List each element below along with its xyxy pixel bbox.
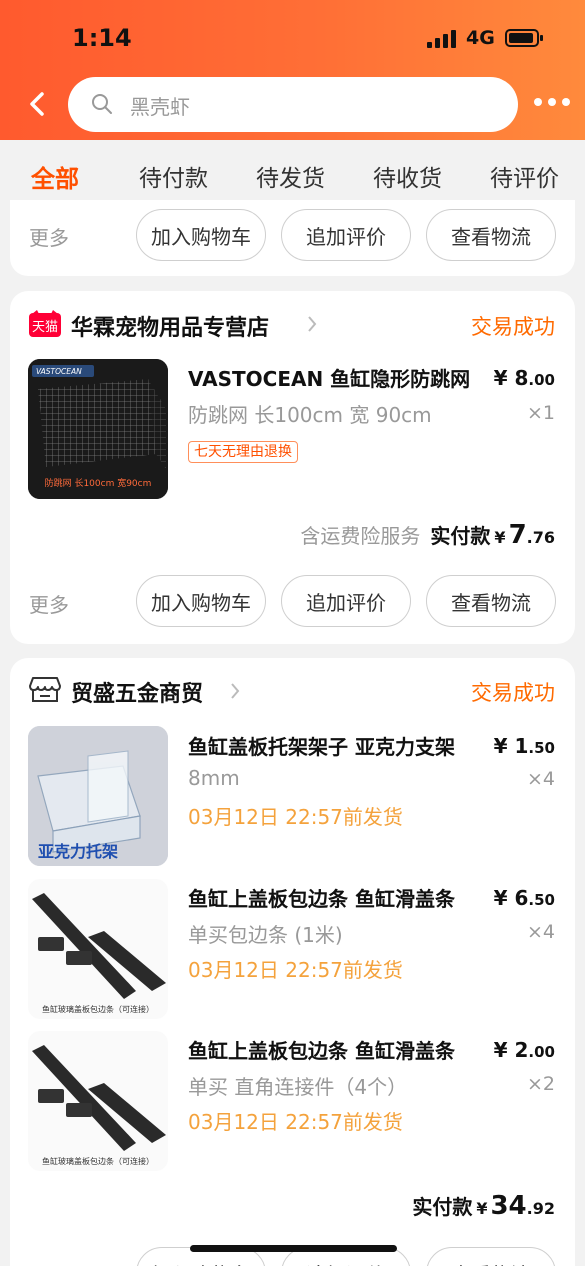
search-box[interactable]: 黑壳虾 (68, 77, 518, 132)
svg-text:鱼缸玻璃盖板包边条（可连接）: 鱼缸玻璃盖板包边条（可连接） (42, 1156, 154, 1166)
product-image[interactable]: 鱼缸玻璃盖板包边条（可连接） (28, 879, 168, 1019)
more-menu-icon[interactable] (534, 96, 570, 110)
tmall-badge-icon: 天猫 (29, 310, 61, 337)
search-input[interactable]: 黑壳虾 (130, 91, 190, 120)
product-title[interactable]: 鱼缸上盖板包边条 鱼缸滑盖条 (188, 883, 488, 912)
order-card-previous: 更多 加入购物车 追加评价 查看物流 (10, 200, 575, 276)
more-button[interactable]: 更多 (29, 222, 69, 251)
product-qty: ×1 (526, 402, 555, 424)
chevron-right-icon (308, 316, 317, 332)
product-price: ¥ 6.50 (493, 886, 555, 910)
tab-all[interactable]: 全部 (31, 159, 79, 194)
chevron-right-icon (231, 683, 240, 699)
svg-text:鱼缸玻璃盖板包边条（可连接）: 鱼缸玻璃盖板包边条（可连接） (42, 1004, 154, 1014)
store-icon (29, 677, 61, 702)
product-spec: 单买包边条 (1米) (188, 923, 343, 947)
search-icon (92, 94, 112, 114)
svg-text:防跳网 长100cm 宽90cm: 防跳网 长100cm 宽90cm (45, 477, 152, 489)
add-review-button[interactable]: 追加评价 (281, 575, 411, 627)
paid-label: 实付款 (430, 524, 491, 548)
add-to-cart-button[interactable]: 加入购物车 (136, 575, 266, 627)
order-status: 交易成功 (471, 681, 555, 705)
product-spec: 单买 直角连接件（4个） (188, 1075, 408, 1099)
svg-text:亚克力托架: 亚克力托架 (38, 842, 118, 861)
status-time: 1:14 (72, 24, 132, 52)
app-header: 1:14 4G 黑壳虾 (0, 0, 585, 140)
ship-deadline: 03月12日 22:57前发货 (188, 805, 403, 829)
view-logistics-button[interactable]: 查看物流 (426, 575, 556, 627)
svg-text:VASTOCEAN: VASTOCEAN (36, 367, 82, 376)
product-spec: 8mm (188, 766, 240, 790)
ship-deadline: 03月12日 22:57前发货 (188, 1110, 403, 1134)
more-button[interactable]: 更多 (29, 1260, 69, 1266)
add-review-button[interactable]: 追加评价 (281, 209, 411, 261)
product-price: ¥ 2.00 (493, 1038, 555, 1062)
battery-icon (505, 29, 543, 47)
product-qty: ×2 (526, 1073, 555, 1095)
paid-label: 实付款 (412, 1195, 473, 1219)
payment-summary: 实付款 ¥ 34 .92 (412, 1191, 555, 1221)
product-qty: ×4 (526, 921, 555, 943)
order-tabs: 全部 待付款 待发货 待收货 待评价 (0, 140, 585, 208)
product-title[interactable]: VASTOCEAN 鱼缸隐形防跳网 (188, 363, 488, 392)
order-status: 交易成功 (471, 315, 555, 339)
tab-pending-review[interactable]: 待评价 (490, 159, 559, 193)
network-type: 4G (466, 27, 495, 49)
product-price: ¥ 1.50 (493, 734, 555, 758)
product-image[interactable]: 鱼缸玻璃盖板包边条（可连接） (28, 1031, 168, 1171)
shop-name[interactable]: 华霖宠物用品专营店 (71, 310, 269, 342)
product-spec: 防跳网 长100cm 宽 90cm (188, 403, 432, 427)
paid-amount: 7 (508, 520, 527, 550)
tab-pending-payment[interactable]: 待付款 (139, 159, 208, 193)
ship-deadline: 03月12日 22:57前发货 (188, 958, 403, 982)
order-card: 贸盛五金商贸 交易成功 亚克力托架 鱼缸盖板托架架子 亚克力支架 ¥ 1.50 … (10, 658, 575, 1266)
product-qty: ×4 (526, 768, 555, 790)
cellular-signal-icon (427, 30, 457, 48)
product-image[interactable]: VASTOCEAN 防跳网 长100cm 宽90cm (28, 359, 168, 499)
product-title[interactable]: 鱼缸盖板托架架子 亚克力支架 (188, 731, 488, 760)
shop-name[interactable]: 贸盛五金商贸 (71, 676, 203, 708)
view-logistics-button[interactable]: 查看物流 (426, 1247, 556, 1266)
tab-pending-receipt[interactable]: 待收货 (373, 159, 442, 193)
product-price: ¥ 8.00 (493, 366, 555, 390)
more-button[interactable]: 更多 (29, 589, 69, 618)
payment-summary: 含运费险服务 实付款 ¥ 7 .76 (300, 520, 555, 550)
add-to-cart-button[interactable]: 加入购物车 (136, 209, 266, 261)
home-indicator (190, 1245, 397, 1252)
freight-insurance-note: 含运费险服务 (300, 524, 421, 548)
view-logistics-button[interactable]: 查看物流 (426, 209, 556, 261)
tab-pending-shipment[interactable]: 待发货 (256, 159, 325, 193)
return-policy-tag: 七天无理由退换 (188, 441, 298, 463)
product-image[interactable]: 亚克力托架 (28, 726, 168, 866)
back-arrow-icon[interactable] (24, 88, 52, 120)
paid-amount: 34 (490, 1191, 527, 1221)
product-title[interactable]: 鱼缸上盖板包边条 鱼缸滑盖条 (188, 1035, 488, 1064)
svg-text:天猫: 天猫 (32, 320, 58, 335)
order-card: 天猫 华霖宠物用品专营店 交易成功 VASTOCEAN 防跳网 长100cm 宽… (10, 291, 575, 644)
